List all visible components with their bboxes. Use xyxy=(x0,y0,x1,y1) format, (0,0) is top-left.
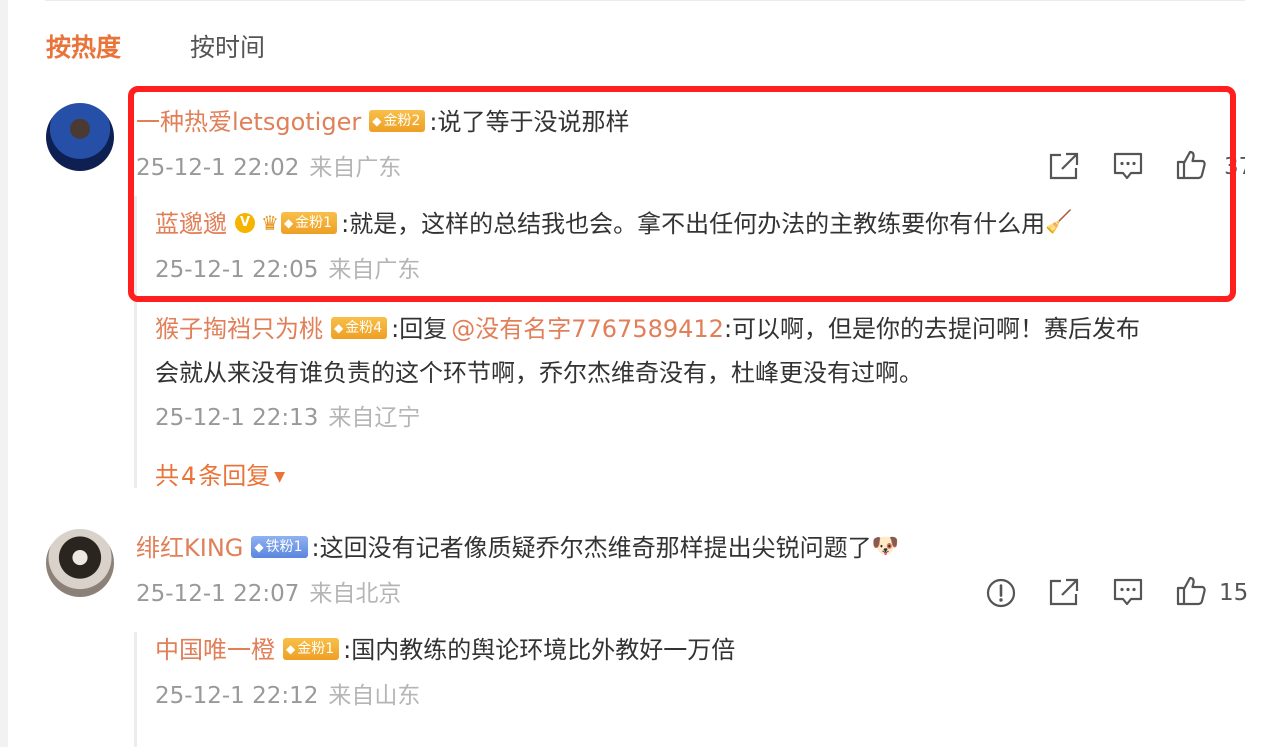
reply-thread-bar xyxy=(134,632,137,747)
reply-location: 来自山东 xyxy=(328,683,421,709)
comment-line: 绯红KING ◆ 铁粉1:这回没有记者像质疑乔尔杰维奇那样提出尖锐问题了🐶 xyxy=(136,531,899,566)
comment-icon[interactable] xyxy=(1112,577,1144,607)
reply-text: 国内教练的舆论环境比外教好一万倍 xyxy=(351,636,736,664)
tab-sort-hot[interactable]: 按热度 xyxy=(46,30,121,66)
reply-meta: 25-12-1 22:12 来自山东 xyxy=(155,680,420,712)
reply-location: 来自辽宁 xyxy=(328,405,421,431)
share-icon[interactable] xyxy=(1048,577,1080,607)
fan-badge: ◆ 金粉4 xyxy=(331,317,388,339)
report-icon[interactable] xyxy=(985,577,1017,609)
reply-text-continued: 会就从来没有谁负责的这个环节啊，乔尔杰维奇没有，杜峰更没有过啊。 xyxy=(155,359,923,387)
username-link[interactable]: 中国唯一橙 xyxy=(155,636,275,664)
reply-time: 25-12-1 22:12 xyxy=(155,683,319,709)
username-link[interactable]: 猴子掏裆只为桃 xyxy=(155,315,323,343)
highlight-box xyxy=(128,86,1236,302)
divider xyxy=(45,0,1245,1)
caret-down-icon: ▼ xyxy=(274,469,286,485)
avatar[interactable] xyxy=(46,103,114,171)
reply-line: 猴子掏裆只为桃 ◆ 金粉4:回复 @没有名字7767589412:可以啊，但是你的去提… xyxy=(155,315,1141,343)
fan-badge: ◆ 金粉1 xyxy=(283,638,340,660)
mention-link[interactable]: @没有名字7767589412 xyxy=(451,315,724,343)
comment-text: 这回没有记者像质疑乔尔杰维奇那样提出尖锐问题了 xyxy=(319,534,872,562)
avatar[interactable] xyxy=(46,529,114,597)
like-count: 15 xyxy=(1219,580,1249,606)
reply-time: 25-12-1 22:13 xyxy=(155,405,319,431)
comment-location: 来自北京 xyxy=(309,581,402,607)
tab-sort-time[interactable]: 按时间 xyxy=(190,30,265,66)
comment-meta: 25-12-1 22:07 来自北京 xyxy=(136,578,401,610)
username-link[interactable]: 绯红KING xyxy=(136,534,243,562)
like-icon[interactable] xyxy=(1175,575,1207,607)
fan-badge: ◆ 铁粉1 xyxy=(251,536,308,558)
reply-text: 可以啊，但是你的去提问啊！赛后发布 xyxy=(732,315,1141,343)
more-replies-link[interactable]: 共4条回复 ▼ xyxy=(155,459,285,497)
reply-prefix: 回复 xyxy=(399,315,448,343)
doge-icon: 🐶 xyxy=(871,534,900,559)
reply-line: 中国唯一橙 ◆ 金粉1:国内教练的舆论环境比外教好一万倍 xyxy=(155,636,736,664)
comment-time: 25-12-1 22:07 xyxy=(136,581,300,607)
reply-meta: 25-12-1 22:13 来自辽宁 xyxy=(155,402,420,434)
